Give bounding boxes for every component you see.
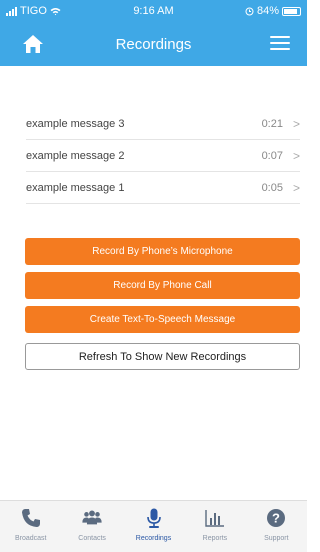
contacts-icon [82, 510, 102, 525]
tab-label: Reports [202, 535, 228, 542]
tab-label: Contacts [78, 535, 106, 542]
recording-row[interactable]: example message 2 0:07 > [26, 140, 300, 172]
svg-text:?: ? [272, 511, 280, 526]
tab-bar: Broadcast Contacts Recordings Reports ? … [0, 500, 307, 552]
microphone-icon [146, 508, 161, 528]
recordings-list: example message 3 0:21 > example message… [26, 108, 300, 204]
bar-chart-icon [205, 510, 224, 527]
recording-name: example message 3 [26, 117, 125, 130]
help-icon: ? [267, 509, 286, 527]
chevron-right-icon: > [292, 180, 300, 195]
alarm-icon [245, 7, 254, 15]
phone-icon [21, 509, 40, 527]
chevron-right-icon: > [292, 148, 300, 163]
record-phone-call-button[interactable]: Record By Phone Call [25, 272, 300, 299]
recording-name: example message 1 [26, 181, 125, 194]
tab-broadcast[interactable]: Broadcast [0, 501, 61, 552]
tab-label: Broadcast [14, 535, 47, 542]
hamburger-menu-icon[interactable] [270, 36, 290, 52]
tab-recordings[interactable]: Recordings [123, 501, 184, 552]
recording-row[interactable]: example message 1 0:05 > [26, 172, 300, 204]
navigation-bar: Recordings [0, 22, 307, 66]
page-title: Recordings [115, 36, 192, 53]
recording-row[interactable]: example message 3 0:21 > [26, 108, 300, 140]
tab-support[interactable]: ? Support [246, 501, 307, 552]
status-bar: TIGO 9:16 AM 84% [0, 0, 307, 22]
tab-label: Recordings [135, 535, 172, 542]
tab-label: Support [264, 535, 289, 542]
record-microphone-button[interactable]: Record By Phone’s Microphone [25, 238, 300, 265]
recording-duration: 0:21 [261, 117, 283, 130]
tab-reports[interactable]: Reports [184, 501, 245, 552]
battery-icon [282, 6, 301, 16]
refresh-button[interactable]: Refresh To Show New Recordings [25, 343, 300, 370]
battery-percent: 84% [256, 5, 279, 17]
chevron-right-icon: > [292, 116, 300, 131]
recording-name: example message 2 [26, 149, 125, 162]
tab-contacts[interactable]: Contacts [61, 501, 122, 552]
create-tts-button[interactable]: Create Text-To-Speech Message [25, 306, 300, 333]
recording-duration: 0:05 [261, 181, 283, 194]
app-header: TIGO 9:16 AM 84% Recordings [0, 0, 307, 66]
recording-duration: 0:07 [261, 149, 283, 162]
